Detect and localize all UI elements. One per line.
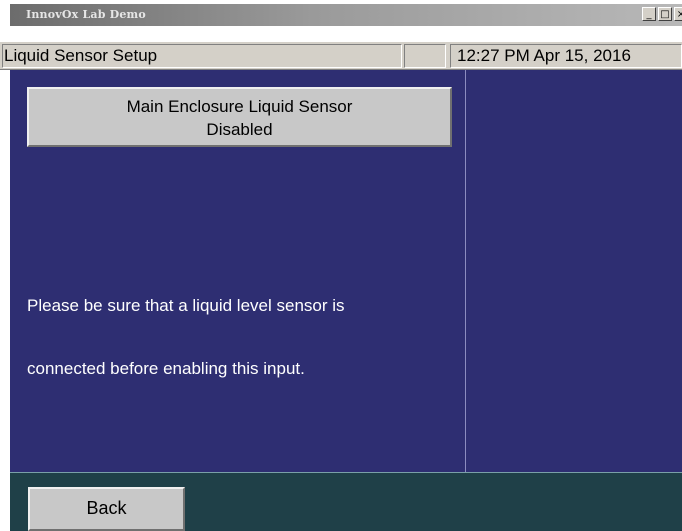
- window-title: InnovOx Lab Demo: [26, 8, 146, 21]
- header-bar: Liquid Sensor Setup 12:27 PM Apr 15, 201…: [0, 41, 682, 70]
- footer-bar: Back: [10, 472, 682, 531]
- left-margin: [0, 70, 10, 531]
- sensor-button-label: Main Enclosure Liquid Sensor: [126, 97, 353, 116]
- right-pane: [465, 70, 682, 472]
- screen-title: Liquid Sensor Setup: [2, 44, 402, 68]
- minimize-button[interactable]: _: [642, 7, 656, 21]
- main-panel: Main Enclosure Liquid Sensor Disabled Pl…: [10, 70, 682, 472]
- close-button[interactable]: ×: [674, 7, 682, 21]
- liquid-sensor-toggle-button[interactable]: Main Enclosure Liquid Sensor Disabled: [27, 87, 452, 147]
- datetime-display: 12:27 PM Apr 15, 2016: [450, 44, 682, 68]
- info-message-line-1: Please be sure that a liquid level senso…: [27, 296, 345, 315]
- status-cell: [404, 44, 446, 68]
- window-title-bar[interactable]: InnovOx Lab Demo _ □ ×: [10, 4, 682, 26]
- back-button[interactable]: Back: [28, 487, 185, 531]
- window-controls: _ □ ×: [642, 7, 682, 21]
- info-message-line-2: connected before enabling this input.: [27, 359, 305, 378]
- maximize-button[interactable]: □: [658, 7, 672, 21]
- sensor-button-state: Disabled: [206, 120, 273, 139]
